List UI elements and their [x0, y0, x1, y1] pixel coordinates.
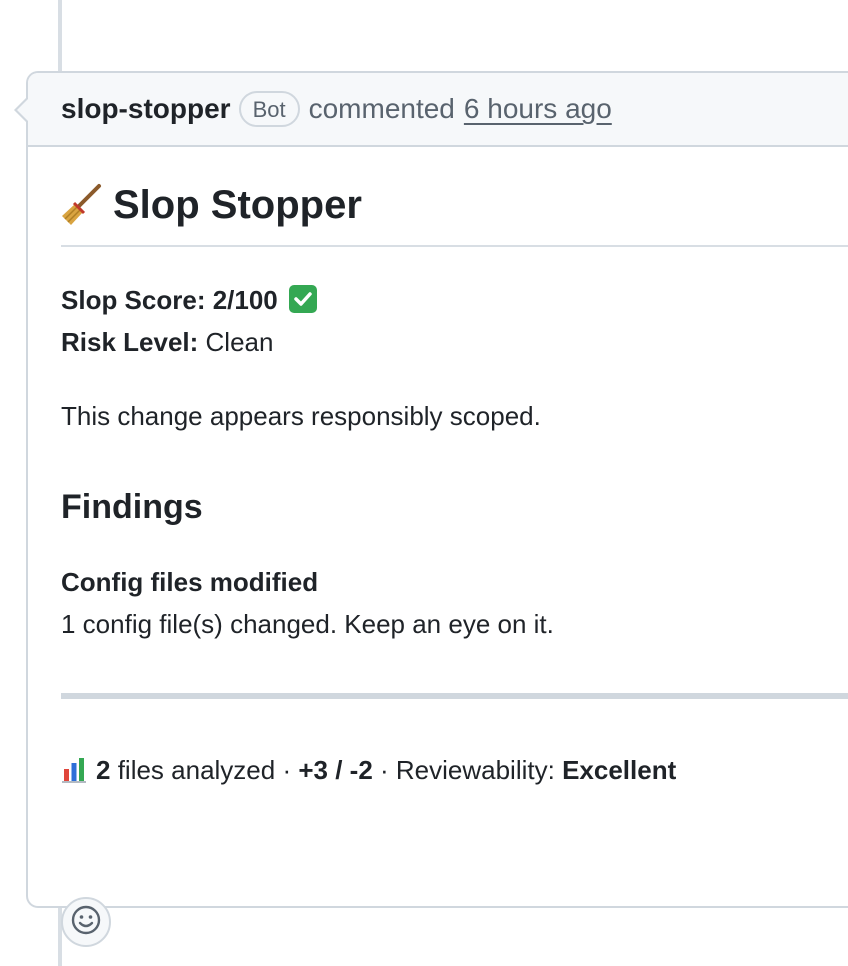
horizontal-rule [61, 693, 848, 699]
smiley-icon [70, 904, 102, 941]
broom-icon [61, 183, 103, 227]
comment-card: slop-stopper Bot commented 6 hours ago S… [14, 71, 848, 947]
comment-header: slop-stopper Bot commented 6 hours ago [28, 73, 848, 147]
page: slop-stopper Bot commented 6 hours ago S… [0, 0, 848, 966]
files-text: files analyzed · [110, 755, 299, 785]
comment-action: commented [308, 93, 455, 124]
timeline-line [58, 0, 62, 72]
check-mark-icon [289, 285, 317, 313]
score-line: Slop Score: 2/100 [61, 283, 317, 317]
add-reaction-button[interactable] [61, 897, 111, 947]
files-count: 2 [96, 755, 111, 785]
risk-line: Risk Level: Clean [61, 325, 273, 359]
comment-title: Slop Stopper [61, 183, 848, 247]
reviewability-value: Excellent [562, 755, 677, 785]
bar-chart-icon [61, 755, 87, 783]
diff-stat: +3 / -2 [298, 755, 373, 785]
risk-value: Clean [205, 327, 274, 357]
timestamp-link[interactable]: 6 hours ago [464, 93, 612, 125]
stats-line: 2 files analyzed · +3 / -2 · Reviewabili… [61, 753, 676, 787]
summary-text: This change appears responsibly scoped. [61, 401, 541, 431]
bot-badge: Bot [238, 91, 300, 127]
reviewability-label: · Reviewability: [372, 755, 563, 785]
author-link[interactable]: slop-stopper [61, 93, 231, 125]
findings-heading: Findings [61, 488, 203, 526]
slop-score: Slop Score: 2/100 [61, 285, 278, 315]
finding-title: Config files modified [61, 567, 319, 597]
title-text: Slop Stopper [113, 183, 362, 227]
finding-text: 1 config file(s) changed. Keep an eye on… [61, 609, 554, 639]
risk-label: Risk Level: [61, 327, 199, 357]
